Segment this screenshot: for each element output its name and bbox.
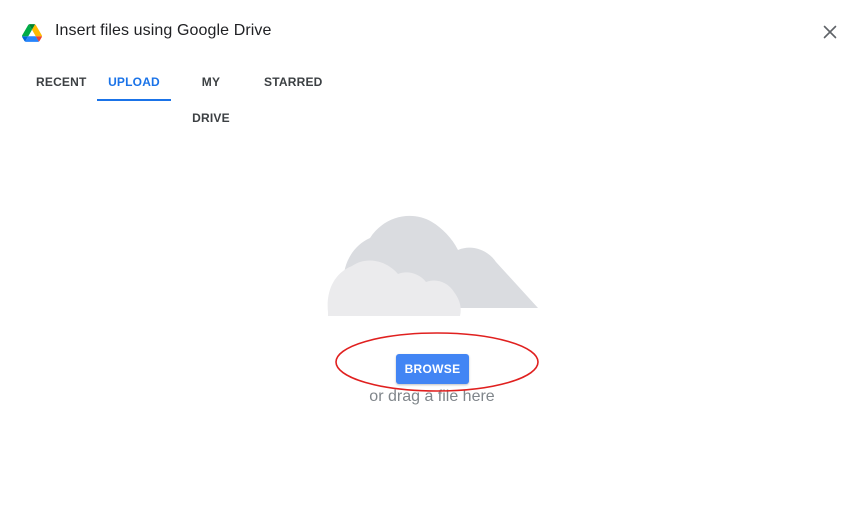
tab-upload[interactable]: UPLOAD xyxy=(97,64,171,100)
tab-my-drive[interactable]: MY DRIVE xyxy=(182,64,240,125)
tab-recent[interactable]: RECENT xyxy=(36,64,86,100)
google-drive-logo-icon xyxy=(22,24,42,42)
upload-drop-zone[interactable]: BROWSE or drag a file here xyxy=(0,102,857,531)
close-icon[interactable] xyxy=(820,22,840,42)
cloud-icon xyxy=(327,215,538,316)
dialog-header: Insert files using Google Drive xyxy=(0,0,857,60)
drag-hint-text: or drag a file here xyxy=(369,388,495,405)
browse-button[interactable]: BROWSE xyxy=(396,354,469,384)
tab-bar: RECENT UPLOAD MY DRIVE STARRED xyxy=(0,64,857,125)
insert-files-dialog: Insert files using Google Drive RECENT U… xyxy=(0,0,857,531)
tab-starred[interactable]: STARRED xyxy=(264,64,322,100)
dialog-title: Insert files using Google Drive xyxy=(55,22,272,39)
active-tab-indicator xyxy=(97,99,171,101)
